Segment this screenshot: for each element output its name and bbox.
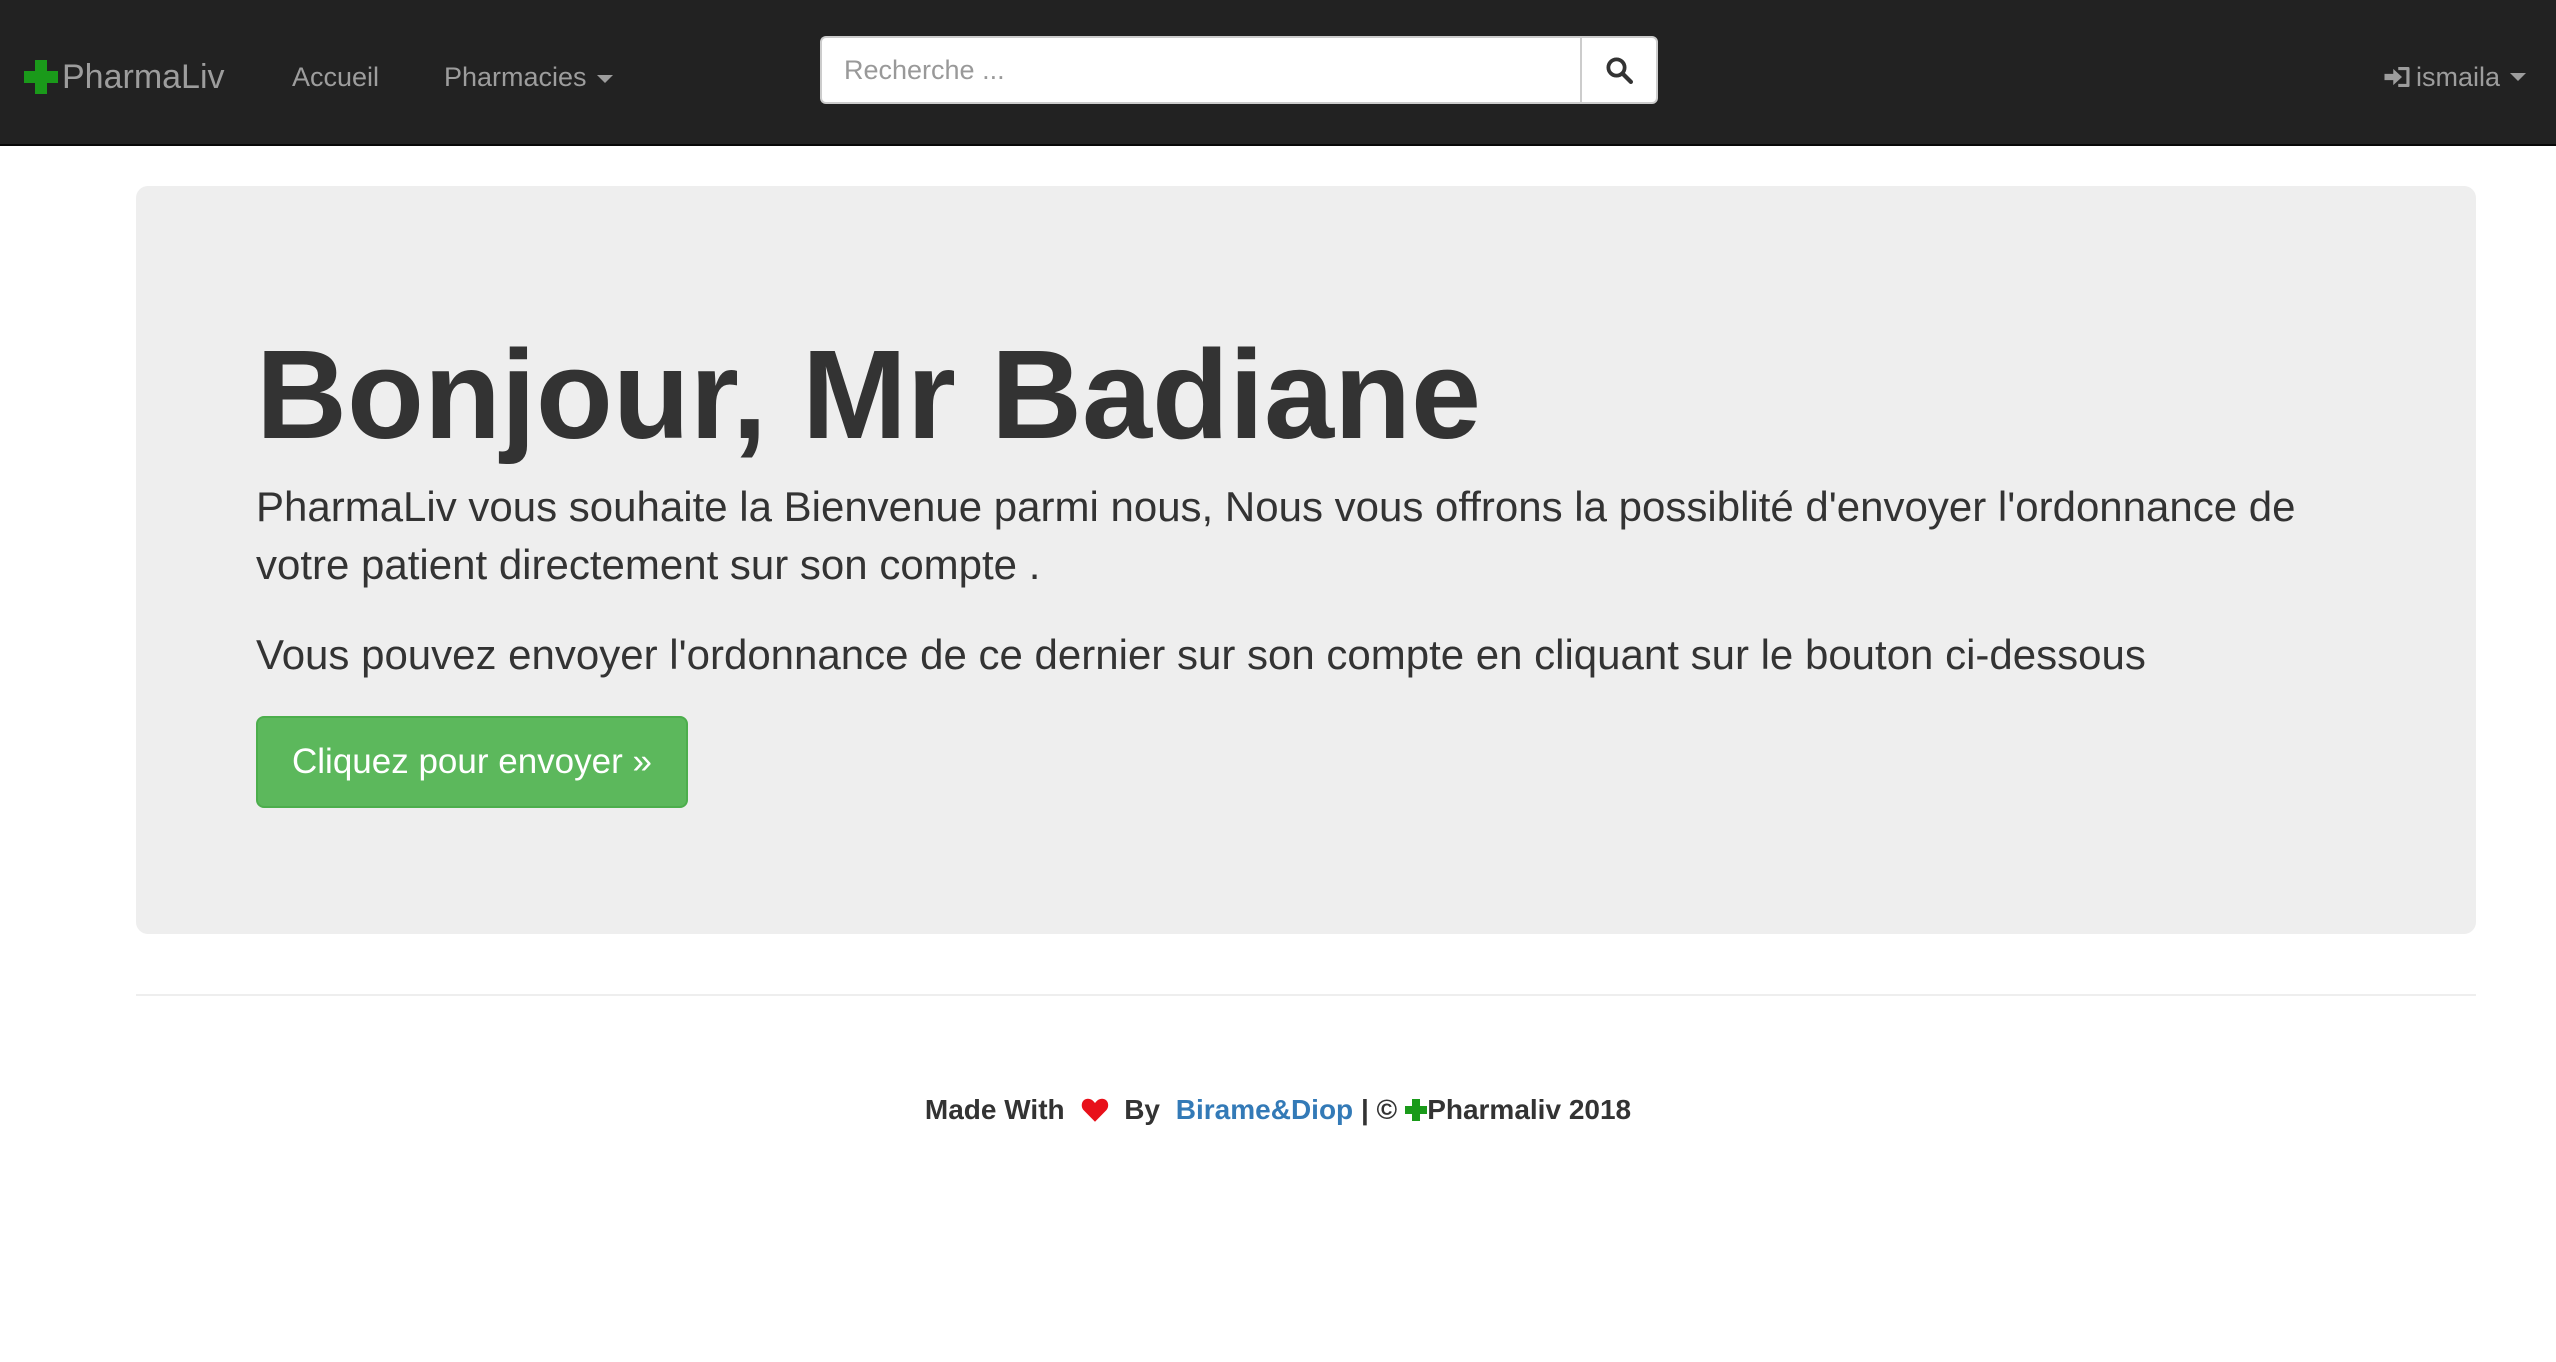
user-name: ismaila — [2415, 61, 2500, 92]
footer-by: By — [1124, 1094, 1160, 1125]
nav-dropdown-label: Pharmacies — [444, 62, 587, 92]
plus-icon — [1405, 1099, 1428, 1121]
welcome-jumbotron: Bonjour, Mr Badiane PharmaLiv vous souha… — [136, 186, 2476, 934]
search-icon — [1606, 57, 1633, 84]
search-form — [820, 36, 1658, 104]
login-icon — [2382, 63, 2412, 91]
top-navbar: PharmaLiv Accueil Pharmacies ismaila — [0, 0, 2556, 146]
footer-divider — [136, 994, 2476, 996]
welcome-lead: PharmaLiv vous souhaite la Bienvenue par… — [256, 483, 2296, 588]
welcome-title: Bonjour, Mr Badiane — [256, 324, 1482, 465]
brand-name: PharmaLiv — [62, 57, 225, 96]
nav-link-accueil[interactable]: Accueil — [292, 52, 379, 102]
nav-dropdown-pharmacies[interactable]: Pharmacies — [444, 52, 613, 102]
search-button[interactable] — [1580, 36, 1658, 104]
chevron-down-icon — [2510, 73, 2526, 81]
footer-copyright: | © — [1360, 1094, 1398, 1125]
footer: Made With By Birame&Diop | © Pharmaliv 20… — [0, 1094, 2556, 1130]
welcome-instructions: Vous pouvez envoyer l'ordonnance de ce d… — [256, 631, 2146, 678]
brand-link[interactable]: PharmaLiv — [24, 52, 225, 102]
chevron-down-icon — [596, 74, 613, 83]
footer-made-with: Made With — [924, 1094, 1065, 1125]
footer-brand-year: Pharmaliv 2018 — [1427, 1094, 1632, 1125]
heart-icon — [1080, 1096, 1110, 1130]
user-dropdown[interactable]: ismaila — [2382, 52, 2526, 102]
send-prescription-button[interactable]: Cliquez pour envoyer » — [256, 716, 688, 808]
search-input[interactable] — [820, 36, 1580, 104]
footer-authors-link[interactable]: Birame&Diop — [1176, 1094, 1353, 1125]
plus-icon — [24, 60, 58, 94]
